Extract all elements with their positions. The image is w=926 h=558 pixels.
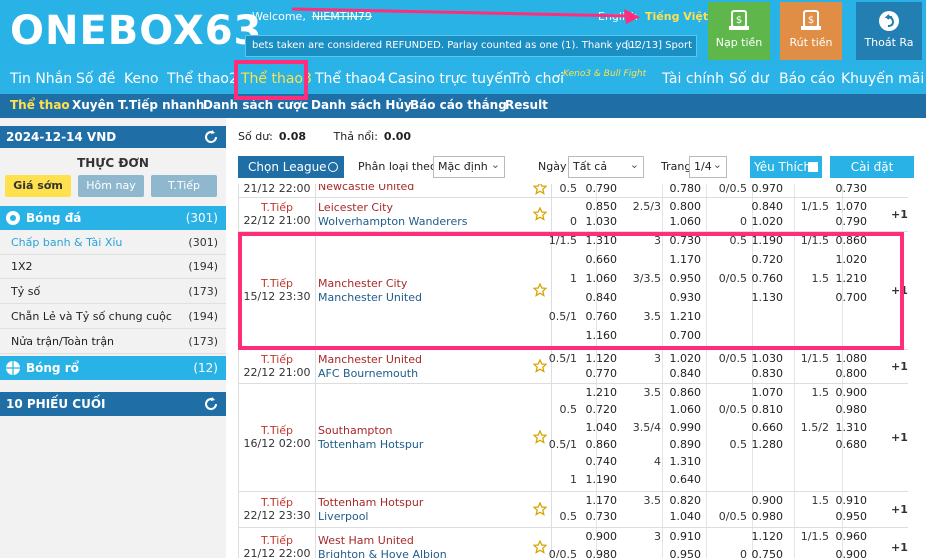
annotation-arrow — [291, 7, 640, 24]
page: ONEBOX63 Welcome,NIEMTIN79 English Tiếng… — [0, 0, 926, 558]
